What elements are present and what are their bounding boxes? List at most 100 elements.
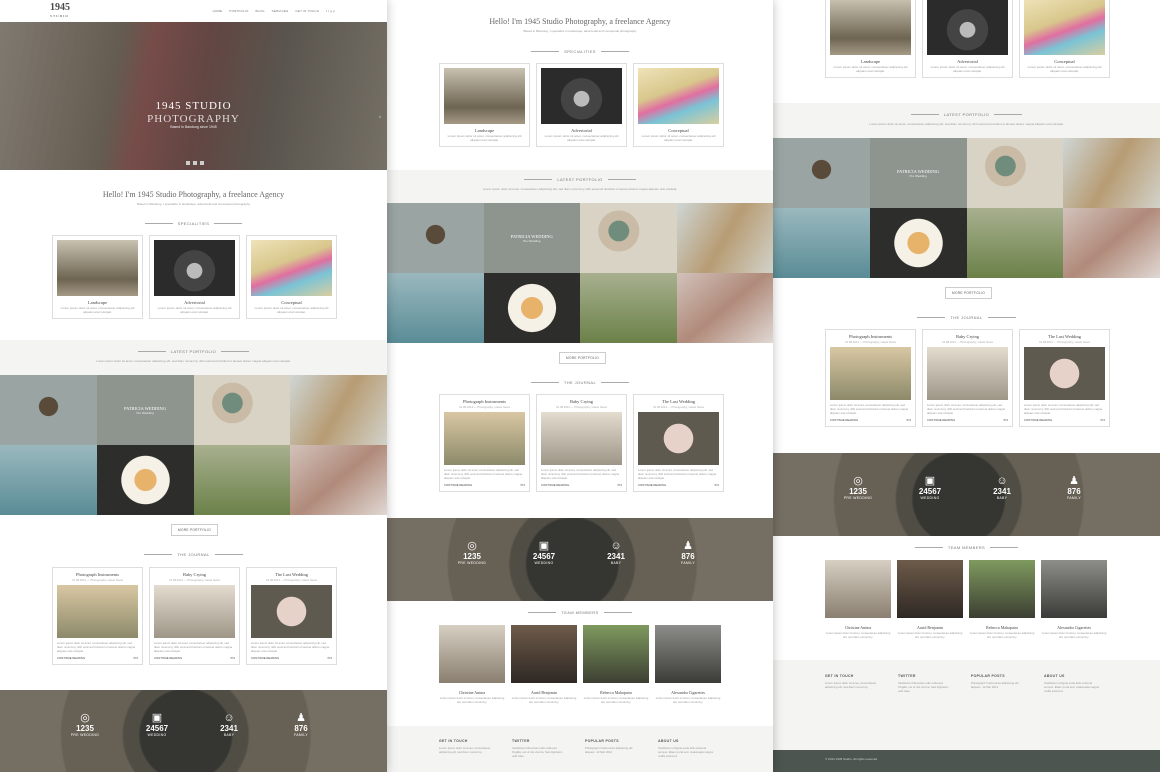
portfolio-item[interactable] [193,445,291,515]
speciality-card[interactable]: Advertorial Lorem ipsum dolor sit amet, c… [149,235,240,319]
journal-card[interactable]: Baby Crying 01.08.2014 — Photography, Lat… [149,567,240,666]
speciality-card[interactable]: Conceptual Lorem ipsum dolor sit amet, co… [1019,0,1110,78]
journal-card[interactable]: Baby Crying 01.08.2014 — Photography, Lat… [536,394,627,493]
nav-contact[interactable]: GET IN TOUCH [295,9,319,13]
speciality-card[interactable]: Conceptual Lorem ipsum dolor sit amet, co… [246,235,337,319]
family-icon: ♟ [1069,475,1079,487]
speciality-card[interactable]: Landscape Lorem ipsum dolor sit amet, con… [52,235,143,319]
journal-card[interactable]: Photograph Instruments 01.08.2014 — Photo… [439,394,530,493]
more-portfolio-button[interactable]: MORE PORTFOLIO [171,524,219,536]
portfolio-item[interactable] [676,203,773,273]
portfolio-item[interactable] [966,138,1064,208]
portfolio-item[interactable] [290,445,387,515]
portfolio-item[interactable] [1063,138,1160,208]
member-photo [969,560,1035,618]
journal-card[interactable]: The Last Wedding 01.08.2014 — Photography… [246,567,337,666]
portfolio-item[interactable] [290,375,387,445]
portfolio-item-highlight[interactable]: PATRICIA WEDDING Pre Wedding [869,138,967,208]
portfolio-grid: PATRICIA WEDDING Pre Wedding [387,203,773,343]
continue-reading-link[interactable]: CONTINUE READING [638,483,666,487]
continue-reading-link[interactable]: CONTINUE READING [1024,418,1052,422]
journal-photo [57,585,138,638]
continue-reading-link[interactable]: CONTINUE READING [57,656,85,660]
continue-reading-link[interactable]: CONTINUE READING [927,418,955,422]
calendar-icon: ▣ [538,540,550,552]
speciality-card[interactable]: Conceptual Lorem ipsum dolor sit amet, co… [633,63,724,147]
portfolio-item[interactable] [387,203,484,273]
nav-services[interactable]: SERVICES [272,9,289,13]
speciality-card[interactable]: Advertorial Lorem ipsum dolor sit amet, c… [536,63,627,147]
footer-section: GET IN TOUCH Lorem ipsum dolor sit amet, … [773,660,1160,750]
journal-list: Photograph Instruments 01.08.2014 — Photo… [52,567,337,666]
journal-section: THE JOURNAL Photograph Instruments 01.08.… [0,545,387,690]
journal-card[interactable]: The Last Wedding 01.08.2014 — Photography… [633,394,724,493]
stat-baby: ☺ 2341 BABY [591,540,641,565]
team-member[interactable]: Christine Anima Lorem ipsum dolor sit ame… [825,560,891,640]
portfolio-item[interactable] [580,273,677,343]
portfolio-item[interactable] [869,208,967,278]
team-member[interactable]: Christine Anima Lorem ipsum dolor sit ame… [439,625,505,705]
team-member[interactable]: Alexandra Cigarettes Lorem ipsum dolor si… [1041,560,1107,640]
comment-icon: ✉ 0 [133,656,138,661]
team-heading: TEAM MEMBERS [773,545,1160,550]
team-list: Christine Anima Lorem ipsum dolor sit ame… [439,625,721,705]
nav-blog[interactable]: BLOG [255,9,264,13]
continue-reading-link[interactable]: CONTINUE READING [541,483,569,487]
more-portfolio-button[interactable]: MORE PORTFOLIO [559,352,607,364]
portfolio-item-highlight[interactable]: PATRICIA WEDDING Pre Wedding [483,203,580,273]
journal-card[interactable]: Baby Crying 01.08.2014 — Photography, Lat… [922,329,1013,428]
portfolio-item[interactable] [0,375,97,445]
speciality-card[interactable]: Landscape Lorem ipsum dolor sit amet, con… [825,0,916,78]
member-photo [655,625,721,683]
continue-reading-link[interactable]: CONTINUE READING [444,483,472,487]
stats-section: ◎ 1235 PRE WEDDING ▣ 24567 WEDDING ☺ 2341 BABY… [773,453,1160,536]
portfolio-item[interactable] [96,445,194,515]
journal-card[interactable]: The Last Wedding 01.08.2014 — Photography… [1019,329,1110,428]
continue-reading-link[interactable]: CONTINUE READING [830,418,858,422]
comment-icon: ✉ 0 [906,418,911,423]
portfolio-item[interactable] [966,208,1064,278]
slider-dots[interactable] [186,161,204,165]
portfolio-item[interactable] [0,445,97,515]
portfolio-item[interactable] [773,138,870,208]
portfolio-item[interactable] [580,203,677,273]
stat-wedding: ▣ 24567 WEDDING [519,540,569,565]
portfolio-item[interactable] [193,375,291,445]
member-photo [439,625,505,683]
journal-card[interactable]: Photograph Instruments 01.08.2014 — Photo… [825,329,916,428]
portfolio-item[interactable] [387,273,484,343]
team-member[interactable]: Rebecca Mahapatra Lorem ipsum dolor sit a… [969,560,1035,640]
more-portfolio-button[interactable]: MORE PORTFOLIO [945,287,993,299]
journal-photo [638,412,719,465]
chevron-right-icon[interactable]: › [379,114,381,120]
team-member[interactable]: Aurid Benjamin Lorem ipsum dolor sit amet… [897,560,963,640]
conceptual-photo [251,240,332,296]
portfolio-grid: PATRICIA WEDDING Pre Wedding [0,375,387,515]
speciality-card[interactable]: Landscape Lorem ipsum dolor sit amet, con… [439,63,530,147]
footer-columns: GET IN TOUCH Lorem ipsum dolor sit amet, … [825,674,1099,693]
team-member[interactable]: Aurid Benjamin Lorem ipsum dolor sit amet… [511,625,577,705]
social-icons[interactable]: f t g p [326,9,335,13]
rings-icon: ◎ [80,712,90,724]
portfolio-item[interactable] [1063,208,1160,278]
continue-reading-link[interactable]: CONTINUE READING [154,656,182,660]
member-photo [825,560,891,618]
team-member[interactable]: Alexandra Cigarettes Lorem ipsum dolor si… [655,625,721,705]
comment-icon: ✉ 0 [617,483,622,488]
portfolio-item[interactable] [773,208,870,278]
speciality-card[interactable]: Advertorial Lorem ipsum dolor sit amet, c… [922,0,1013,78]
continue-reading-link[interactable]: CONTINUE READING [251,656,279,660]
site-logo[interactable]: 1945 STUDIO [50,3,70,20]
intro-title: Hello! I'm 1945 Studio Photography, a fr… [489,17,671,26]
portfolio-item[interactable] [676,273,773,343]
portfolio-more: MORE PORTFOLIO [0,515,387,545]
nav-portfolio[interactable]: PORTFOLIO [229,9,248,13]
nav-home[interactable]: HOME [213,9,223,13]
journal-card[interactable]: Photograph Instruments 01.08.2014 — Photo… [52,567,143,666]
family-icon: ♟ [683,540,693,552]
team-member[interactable]: Rebecca Mahapatra Lorem ipsum dolor sit a… [583,625,649,705]
portfolio-item-highlight[interactable]: PATRICIA WEDDING Pre Wedding [96,375,194,445]
journal-photo [1024,347,1105,400]
portfolio-item[interactable] [483,273,580,343]
comment-icon: ✉ 0 [520,483,525,488]
